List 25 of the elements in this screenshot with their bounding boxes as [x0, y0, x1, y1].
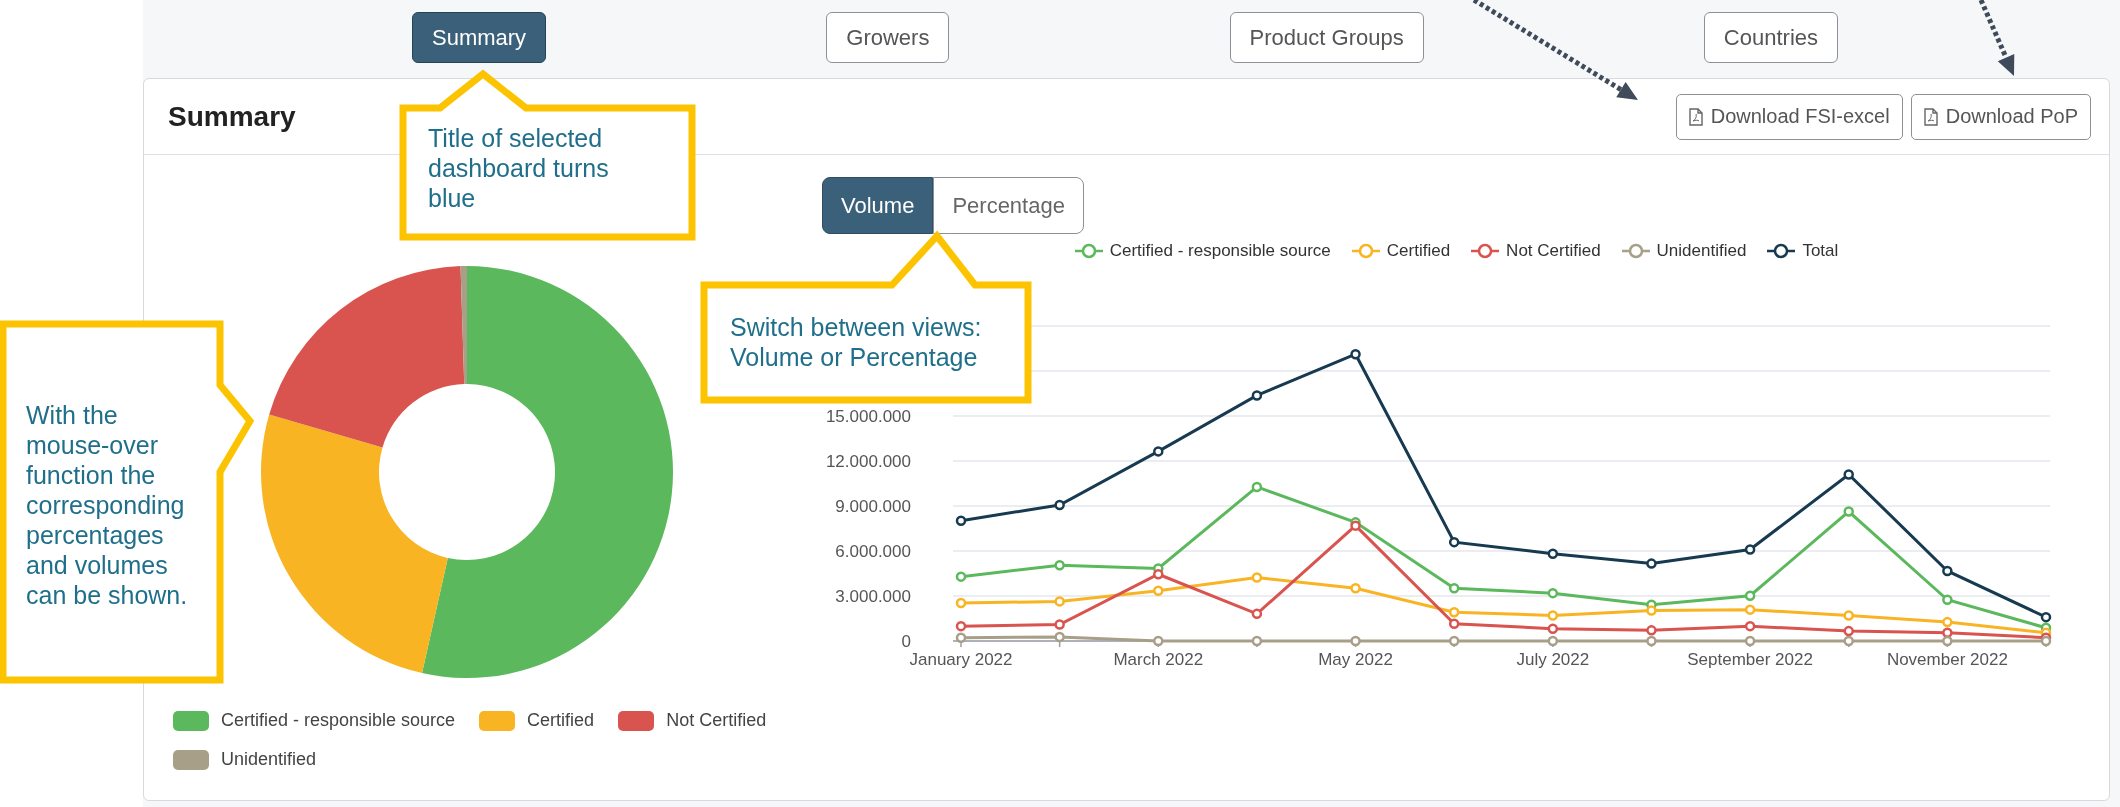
- legend-label: Certified - responsible source: [221, 710, 456, 731]
- axis-label: July 2022: [1516, 650, 1590, 669]
- legend-label: Not Certified: [1506, 241, 1601, 261]
- axis-label: November 2022: [1886, 650, 2008, 669]
- axis-label: 3.000.000: [835, 587, 911, 606]
- axis-label: September 2022: [1687, 650, 1813, 669]
- axis-label: 15.000.000: [825, 407, 911, 426]
- callout-text: Title of selected dashboard turns blue: [428, 123, 610, 213]
- legend-label: Certified: [1386, 241, 1451, 261]
- axis-label: January 2022: [909, 650, 1013, 669]
- legend-label: Total: [1802, 241, 1839, 261]
- callout-text: Switch between views: Volume or Percentage: [730, 312, 983, 372]
- axis-label: 0: [901, 632, 911, 651]
- legend-label: Certified: [527, 710, 595, 731]
- callout-text: With the mouse-over function the corresponding percentages and volumes can be shown.: [26, 400, 189, 610]
- axis-label: May 2022: [1318, 650, 1393, 669]
- axis-label: 12.000.000: [825, 452, 911, 471]
- legend-label: Unidentified: [1656, 241, 1747, 261]
- panel-title: Summary: [168, 100, 297, 133]
- legend-label: Certified - responsible source: [1109, 241, 1331, 261]
- legend-label: Not Certified: [666, 710, 767, 731]
- axis-label: 6.000.000: [835, 542, 911, 561]
- legend-label: Unidentified: [221, 749, 317, 770]
- axis-label: March 2022: [1113, 650, 1204, 669]
- axis-label: 9.000.000: [835, 497, 911, 516]
